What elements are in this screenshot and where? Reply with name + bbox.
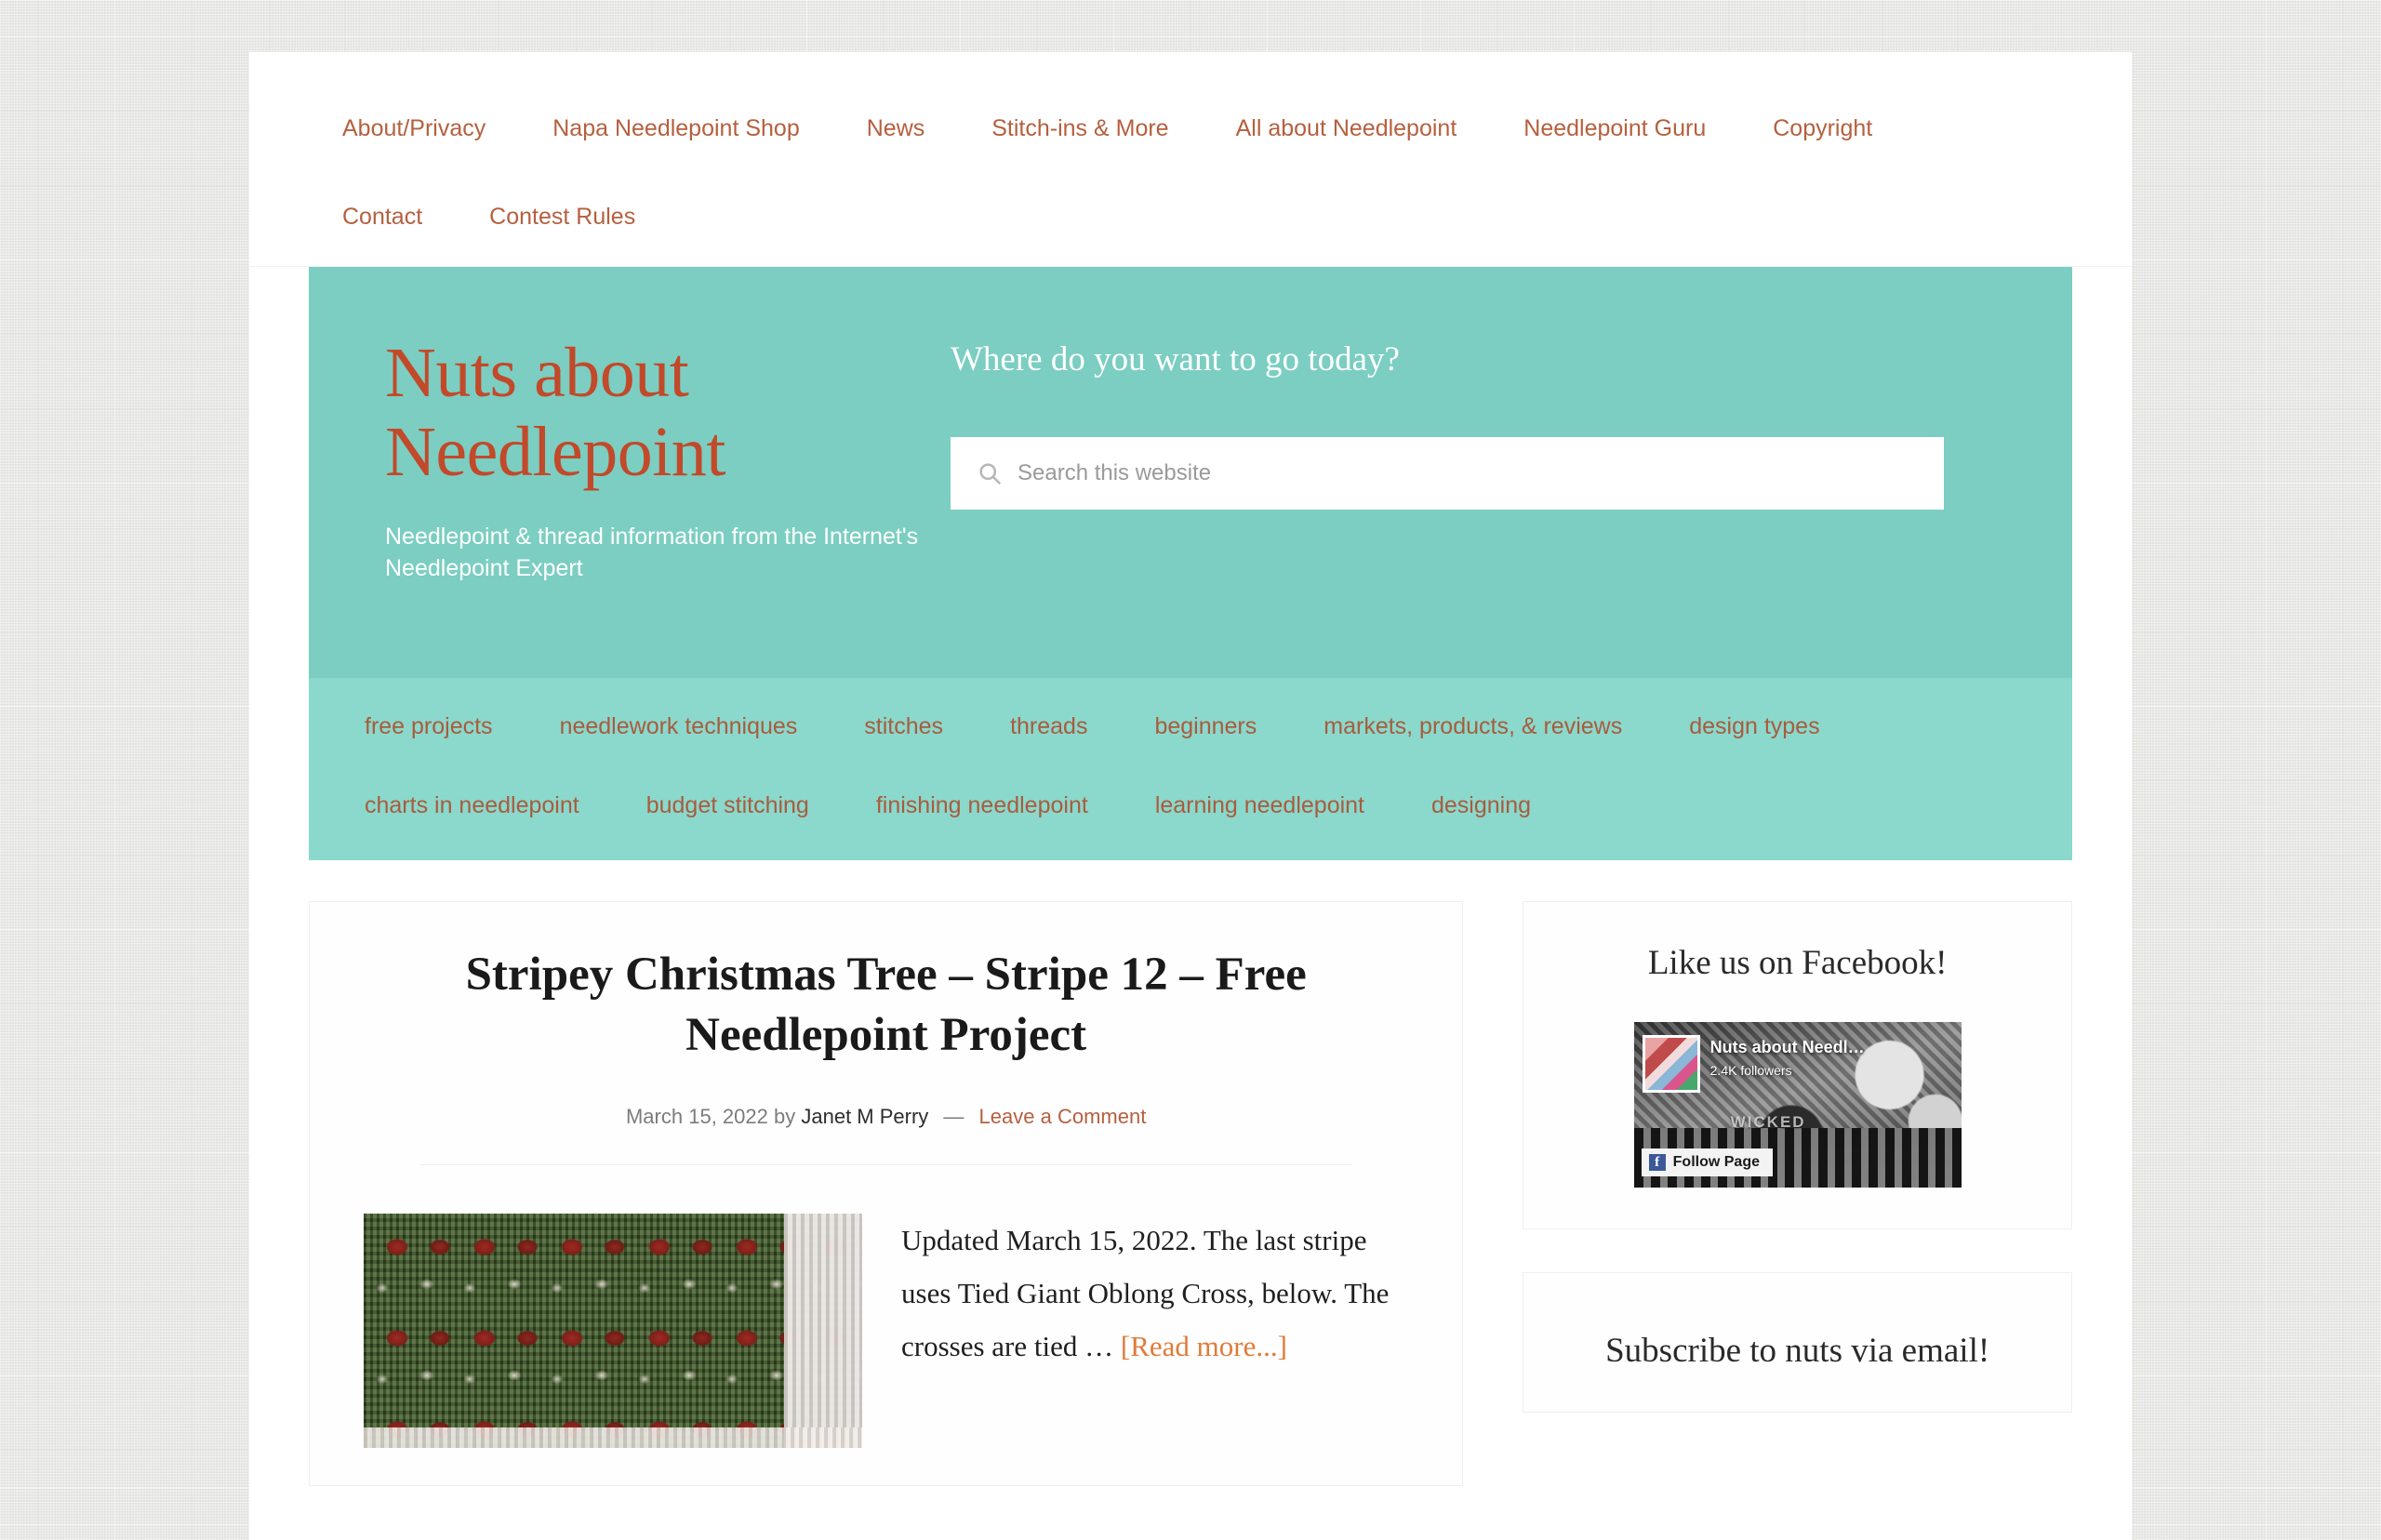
facebook-follow-page-button[interactable]: f Follow Page	[1641, 1148, 1773, 1176]
primary-navigation: About/Privacy Napa Needlepoint Shop News…	[249, 52, 2132, 267]
subnav-item-threads[interactable]: threads	[977, 698, 1121, 755]
facebook-follow-label: Follow Page	[1672, 1154, 1760, 1170]
facebook-widget-inner: Like us on Facebook! WICKED Nuts about N…	[1523, 902, 2071, 1228]
facebook-follower-count: 2.4K followers	[1709, 1063, 1792, 1078]
subscribe-widget-inner: Subscribe to nuts via email!	[1523, 1273, 2071, 1412]
meta-separator: —	[943, 1104, 964, 1128]
subnav-item-designing[interactable]: designing	[1398, 777, 1564, 834]
subnav-item-needlework-techniques[interactable]: needlework techniques	[526, 698, 831, 755]
sidebar: Like us on Facebook! WICKED Nuts about N…	[1523, 901, 2072, 1486]
subnav-item-budget-stitching[interactable]: budget stitching	[613, 777, 843, 834]
facebook-page-name: Nuts about Needl…	[1709, 1038, 1865, 1056]
site-tagline: Needlepoint & thread information from th…	[385, 524, 919, 581]
site-container: About/Privacy Napa Needlepoint Shop News…	[249, 52, 2132, 1540]
article-card: Stripey Christmas Tree – Stripe 12 – Fre…	[309, 901, 1464, 1486]
content-wrapper: Stripey Christmas Tree – Stripe 12 – Fre…	[249, 860, 2132, 1486]
nav-item-about-privacy[interactable]: About/Privacy	[309, 100, 519, 157]
article-excerpt: Updated March 15, 2022. The last stripe …	[901, 1214, 1408, 1448]
top-nav-row-1: About/Privacy Napa Needlepoint Shop News…	[249, 100, 2132, 157]
search-icon	[979, 463, 1001, 485]
subnav-item-charts-in-needlepoint[interactable]: charts in needlepoint	[331, 777, 613, 834]
subnav-item-design-types[interactable]: design types	[1656, 698, 1853, 755]
nav-item-contact[interactable]: Contact	[309, 189, 456, 246]
article-date: March 15, 2022	[625, 1104, 768, 1128]
canvas-bottom-edge	[364, 1427, 862, 1448]
nav-item-stitch-ins-and-more[interactable]: Stitch-ins & More	[958, 100, 1202, 157]
article-meta: March 15, 2022 by Janet M Perry — Leave …	[364, 1105, 1408, 1129]
search-box[interactable]	[951, 437, 1944, 510]
nav-item-contest-rules[interactable]: Contest Rules	[456, 189, 669, 246]
site-masthead: Nuts about Needlepoint Needlepoint & thr…	[309, 267, 2072, 678]
nav-item-all-about-needlepoint[interactable]: All about Needlepoint	[1203, 100, 1491, 157]
branding-block: Nuts about Needlepoint Needlepoint & thr…	[309, 267, 951, 585]
sub-nav-row-2: charts in needlepoint budget stitching f…	[309, 777, 2072, 834]
nav-item-needlepoint-guru[interactable]: Needlepoint Guru	[1490, 100, 1739, 157]
canvas-right-edge	[784, 1213, 862, 1448]
article-thumbnail[interactable]	[364, 1213, 862, 1448]
subnav-item-stitches[interactable]: stitches	[831, 698, 977, 755]
facebook-cover-text: WICKED	[1730, 1113, 1806, 1131]
nav-item-napa-needlepoint-shop[interactable]: Napa Needlepoint Shop	[519, 100, 832, 157]
main-content-column: Stripey Christmas Tree – Stripe 12 – Fre…	[309, 901, 1464, 1486]
secondary-navigation: free projects needlework techniques stit…	[309, 678, 2072, 860]
subnav-item-beginners[interactable]: beginners	[1121, 698, 1290, 755]
subnav-item-finishing-needlepoint[interactable]: finishing needlepoint	[843, 777, 1122, 834]
article-author[interactable]: Janet M Perry	[801, 1105, 928, 1128]
facebook-page-avatar	[1642, 1035, 1700, 1093]
article-title[interactable]: Stripey Christmas Tree – Stripe 12 – Fre…	[364, 945, 1408, 1066]
facebook-widget: Like us on Facebook! WICKED Nuts about N…	[1523, 901, 2072, 1229]
search-heading: Where do you want to go today?	[951, 340, 1400, 378]
sub-nav-row-1: free projects needlework techniques stit…	[309, 698, 2072, 755]
search-section: Where do you want to go today?	[951, 267, 2072, 510]
subnav-item-free-projects[interactable]: free projects	[331, 698, 526, 755]
nav-item-copyright[interactable]: Copyright	[1739, 100, 1906, 157]
facebook-page-embed[interactable]: WICKED Nuts about Needl… 2.4K followers …	[1633, 1022, 1962, 1188]
meta-divider	[419, 1163, 1353, 1165]
read-more-link[interactable]: [Read more...]	[1121, 1330, 1287, 1362]
subscribe-widget-title: Subscribe to nuts via email!	[1605, 1332, 1990, 1370]
leave-a-comment-link[interactable]: Leave a Comment	[979, 1105, 1147, 1128]
article-by-label: by	[773, 1104, 796, 1128]
search-input[interactable]	[1018, 460, 1888, 486]
subscribe-widget: Subscribe to nuts via email!	[1523, 1272, 2072, 1413]
facebook-widget-title: Like us on Facebook!	[1647, 944, 1948, 982]
nav-item-news[interactable]: News	[833, 100, 959, 157]
top-nav-row-2: Contact Contest Rules	[249, 189, 2132, 266]
subnav-item-learning-needlepoint[interactable]: learning needlepoint	[1122, 777, 1398, 834]
facebook-logo-icon: f	[1648, 1154, 1666, 1171]
subnav-item-markets-products-reviews[interactable]: markets, products, & reviews	[1290, 698, 1656, 755]
site-title[interactable]: Nuts about Needlepoint	[385, 334, 951, 492]
article-body: Updated March 15, 2022. The last stripe …	[364, 1213, 1408, 1448]
